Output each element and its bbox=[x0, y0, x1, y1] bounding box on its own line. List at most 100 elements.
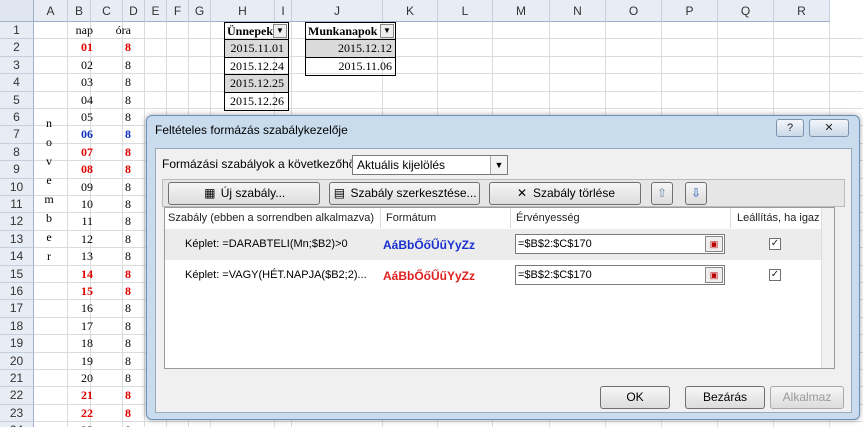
hours-cell[interactable]: 8 bbox=[100, 57, 134, 74]
close-button[interactable]: Bezárás bbox=[685, 386, 765, 409]
hours-cell[interactable]: 8 bbox=[100, 231, 134, 248]
column-header-L[interactable]: L bbox=[438, 0, 493, 22]
column-header-F[interactable]: F bbox=[167, 0, 189, 22]
day-cell[interactable]: 18 bbox=[68, 335, 96, 352]
row-header-3[interactable]: 3 bbox=[0, 56, 34, 75]
day-cell[interactable]: 19 bbox=[68, 353, 96, 370]
day-cell[interactable]: 06 bbox=[68, 126, 96, 143]
row-header-16[interactable]: 16 bbox=[0, 283, 34, 301]
hours-cell[interactable]: 8 bbox=[100, 422, 134, 427]
column-header-M[interactable]: M bbox=[493, 0, 550, 22]
day-cell[interactable]: 23 bbox=[68, 422, 96, 427]
delete-rule-button[interactable]: ✕ Szabály törlése bbox=[489, 182, 641, 205]
row-header-19[interactable]: 19 bbox=[0, 335, 34, 353]
chevron-down-icon[interactable]: ▼ bbox=[490, 156, 507, 174]
row-header-17[interactable]: 17 bbox=[0, 300, 34, 318]
ok-button[interactable]: OK bbox=[600, 386, 670, 409]
hours-cell[interactable]: 8 bbox=[100, 370, 134, 387]
select-all-corner[interactable] bbox=[0, 0, 34, 22]
hours-cell[interactable]: 8 bbox=[100, 74, 134, 91]
hours-cell[interactable]: 8 bbox=[100, 405, 134, 422]
row-header-5[interactable]: 5 bbox=[0, 91, 34, 109]
hours-cell[interactable]: 8 bbox=[100, 248, 134, 265]
hours-cell[interactable]: 8 bbox=[100, 39, 134, 56]
stop-if-true-checkbox[interactable]: ✓ bbox=[769, 238, 781, 250]
column-header-H[interactable]: H bbox=[211, 0, 275, 22]
filter-dropdown-icon[interactable]: ▼ bbox=[380, 24, 394, 38]
new-rule-button[interactable]: ▦ Új szabály... bbox=[168, 182, 320, 205]
hours-cell[interactable]: 8 bbox=[100, 144, 134, 161]
hours-cell[interactable]: 8 bbox=[100, 126, 134, 143]
row-header-12[interactable]: 12 bbox=[0, 213, 34, 231]
range-input[interactable]: =$B$2:$C$170 ▣ bbox=[515, 265, 725, 285]
column-header-J[interactable]: J bbox=[292, 0, 383, 22]
day-cell[interactable]: 08 bbox=[68, 161, 96, 178]
hours-cell[interactable]: 8 bbox=[100, 266, 134, 283]
help-button[interactable]: ? bbox=[776, 119, 804, 137]
filter-dropdown-icon[interactable]: ▼ bbox=[273, 24, 287, 38]
hours-cell[interactable]: 8 bbox=[100, 283, 134, 300]
holidays-cell[interactable]: 2015.12.24 bbox=[224, 56, 289, 76]
row-header-2[interactable]: 2 bbox=[0, 39, 34, 57]
rule-row[interactable]: Képlet: =VAGY(HÉT.NAPJA($B2;2)... AáBbŐőŰ… bbox=[165, 260, 822, 291]
hours-cell[interactable]: 8 bbox=[100, 353, 134, 370]
range-input[interactable]: =$B$2:$C$170 ▣ bbox=[515, 234, 725, 254]
column-header-K[interactable]: K bbox=[383, 0, 438, 22]
holidays-cell[interactable]: 2015.12.25 bbox=[224, 74, 289, 94]
holidays-cell[interactable]: 2015.12.26 bbox=[224, 91, 289, 111]
day-cell[interactable]: 20 bbox=[68, 370, 96, 387]
row-header-1[interactable]: 1 bbox=[0, 22, 34, 40]
column-header-B[interactable]: B bbox=[68, 0, 91, 22]
range-picker-icon[interactable]: ▣ bbox=[705, 267, 723, 283]
row-header-13[interactable]: 13 bbox=[0, 230, 34, 249]
row-header-14[interactable]: 14 bbox=[0, 248, 34, 266]
column-header-R[interactable]: R bbox=[774, 0, 830, 22]
row-header-6[interactable]: 6 bbox=[0, 109, 34, 127]
hours-cell[interactable]: 8 bbox=[100, 318, 134, 335]
day-cell[interactable]: 01 bbox=[68, 39, 96, 56]
workdays-cell[interactable]: 2015.12.12 bbox=[305, 39, 396, 59]
move-up-button[interactable]: ⇧ bbox=[651, 182, 673, 205]
day-cell[interactable]: 04 bbox=[68, 92, 96, 109]
column-header-Q[interactable]: Q bbox=[718, 0, 774, 22]
row-header-4[interactable]: 4 bbox=[0, 74, 34, 92]
row-header-22[interactable]: 22 bbox=[0, 387, 34, 405]
day-cell[interactable]: 03 bbox=[68, 74, 96, 91]
range-picker-icon[interactable]: ▣ bbox=[705, 236, 723, 252]
day-cell[interactable]: 22 bbox=[68, 405, 96, 422]
day-cell[interactable]: 16 bbox=[68, 300, 96, 317]
column-header-E[interactable]: E bbox=[145, 0, 167, 22]
row-header-24[interactable]: 24 bbox=[0, 422, 34, 427]
day-cell[interactable]: 09 bbox=[68, 179, 96, 196]
row-header-20[interactable]: 20 bbox=[0, 352, 34, 370]
row-header-8[interactable]: 8 bbox=[0, 143, 34, 162]
row-header-11[interactable]: 11 bbox=[0, 196, 34, 214]
column-header-C[interactable]: C bbox=[91, 0, 123, 22]
hours-cell[interactable]: 8 bbox=[100, 109, 134, 126]
column-header-N[interactable]: N bbox=[550, 0, 606, 22]
column-header-O[interactable]: O bbox=[606, 0, 662, 22]
day-cell[interactable]: 15 bbox=[68, 283, 96, 300]
column-header-A[interactable]: A bbox=[34, 0, 68, 22]
hours-cell[interactable]: 8 bbox=[100, 300, 134, 317]
day-cell[interactable]: 14 bbox=[68, 266, 96, 283]
workdays-cell[interactable]: 2015.11.06 bbox=[305, 56, 396, 76]
hours-cell[interactable]: 8 bbox=[100, 179, 134, 196]
close-icon[interactable]: ✕ bbox=[809, 119, 849, 137]
row-header-18[interactable]: 18 bbox=[0, 317, 34, 336]
hours-cell[interactable]: 8 bbox=[100, 161, 134, 178]
stop-if-true-checkbox[interactable]: ✓ bbox=[769, 269, 781, 281]
row-header-23[interactable]: 23 bbox=[0, 404, 34, 423]
hours-cell[interactable]: 8 bbox=[100, 213, 134, 230]
hours-cell[interactable]: 8 bbox=[100, 335, 134, 352]
hours-cell[interactable]: 8 bbox=[100, 387, 134, 404]
day-cell[interactable]: 13 bbox=[68, 248, 96, 265]
day-cell[interactable]: 17 bbox=[68, 318, 96, 335]
column-header-D[interactable]: D bbox=[123, 0, 145, 22]
day-cell[interactable]: 21 bbox=[68, 387, 96, 404]
day-cell[interactable]: 02 bbox=[68, 57, 96, 74]
row-header-10[interactable]: 10 bbox=[0, 178, 34, 196]
apply-button[interactable]: Alkalmaz bbox=[770, 386, 844, 409]
day-cell[interactable]: 05 bbox=[68, 109, 96, 126]
move-down-button[interactable]: ⇩ bbox=[685, 182, 707, 205]
